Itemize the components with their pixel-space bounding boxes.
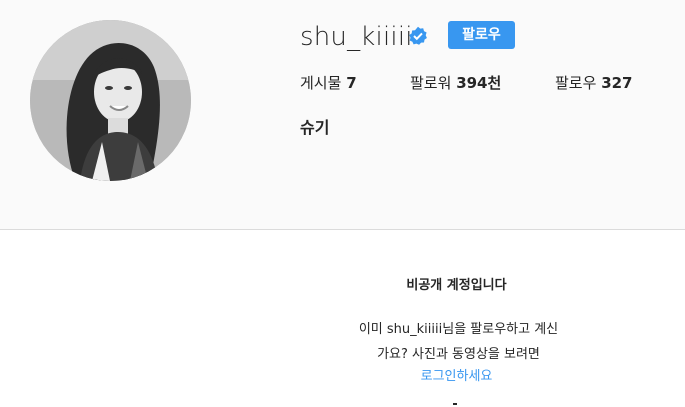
stat-following-label: 팔로우 xyxy=(555,74,597,92)
private-account-notice: 비공개 계정입니다 이미 shu_kiiiii님을 팔로우하고 계신 가요? 사… xyxy=(0,230,685,407)
avatar-photo xyxy=(30,20,191,181)
stat-followers[interactable]: 팔로워 394천 xyxy=(410,73,501,93)
scroll-indicator xyxy=(453,403,457,405)
private-message-line1: 이미 shu_kiiiii님을 팔로우하고 계신 xyxy=(358,322,559,337)
username: shu_kiiiii xyxy=(300,22,413,52)
stat-posts-count: 7 xyxy=(346,74,357,92)
stat-posts: 게시물 7 xyxy=(300,73,357,93)
verified-badge-icon xyxy=(409,26,427,45)
profile-header: shu_kiiiii 팔로우 게시물 7 팔로워 394천 팔로우 327 슈기 xyxy=(0,0,685,230)
avatar[interactable] xyxy=(30,20,191,181)
full-name: 슈기 xyxy=(300,118,330,137)
stat-followers-label: 팔로워 xyxy=(410,74,452,92)
private-title: 비공개 계정입니다 xyxy=(406,278,507,293)
private-message: 이미 shu_kiiiii님을 팔로우하고 계신 가요? 사진과 동영상을 보려… xyxy=(0,317,685,367)
follow-button[interactable]: 팔로우 xyxy=(448,21,515,49)
login-link[interactable]: 로그인하세요 xyxy=(0,367,685,387)
stat-posts-label: 게시물 xyxy=(300,74,342,92)
stat-followers-count: 394천 xyxy=(456,74,502,92)
stat-following[interactable]: 팔로우 327 xyxy=(555,73,633,93)
stat-following-count: 327 xyxy=(601,74,633,92)
private-message-line2: 가요? 사진과 동영상을 보려면 xyxy=(377,347,540,362)
